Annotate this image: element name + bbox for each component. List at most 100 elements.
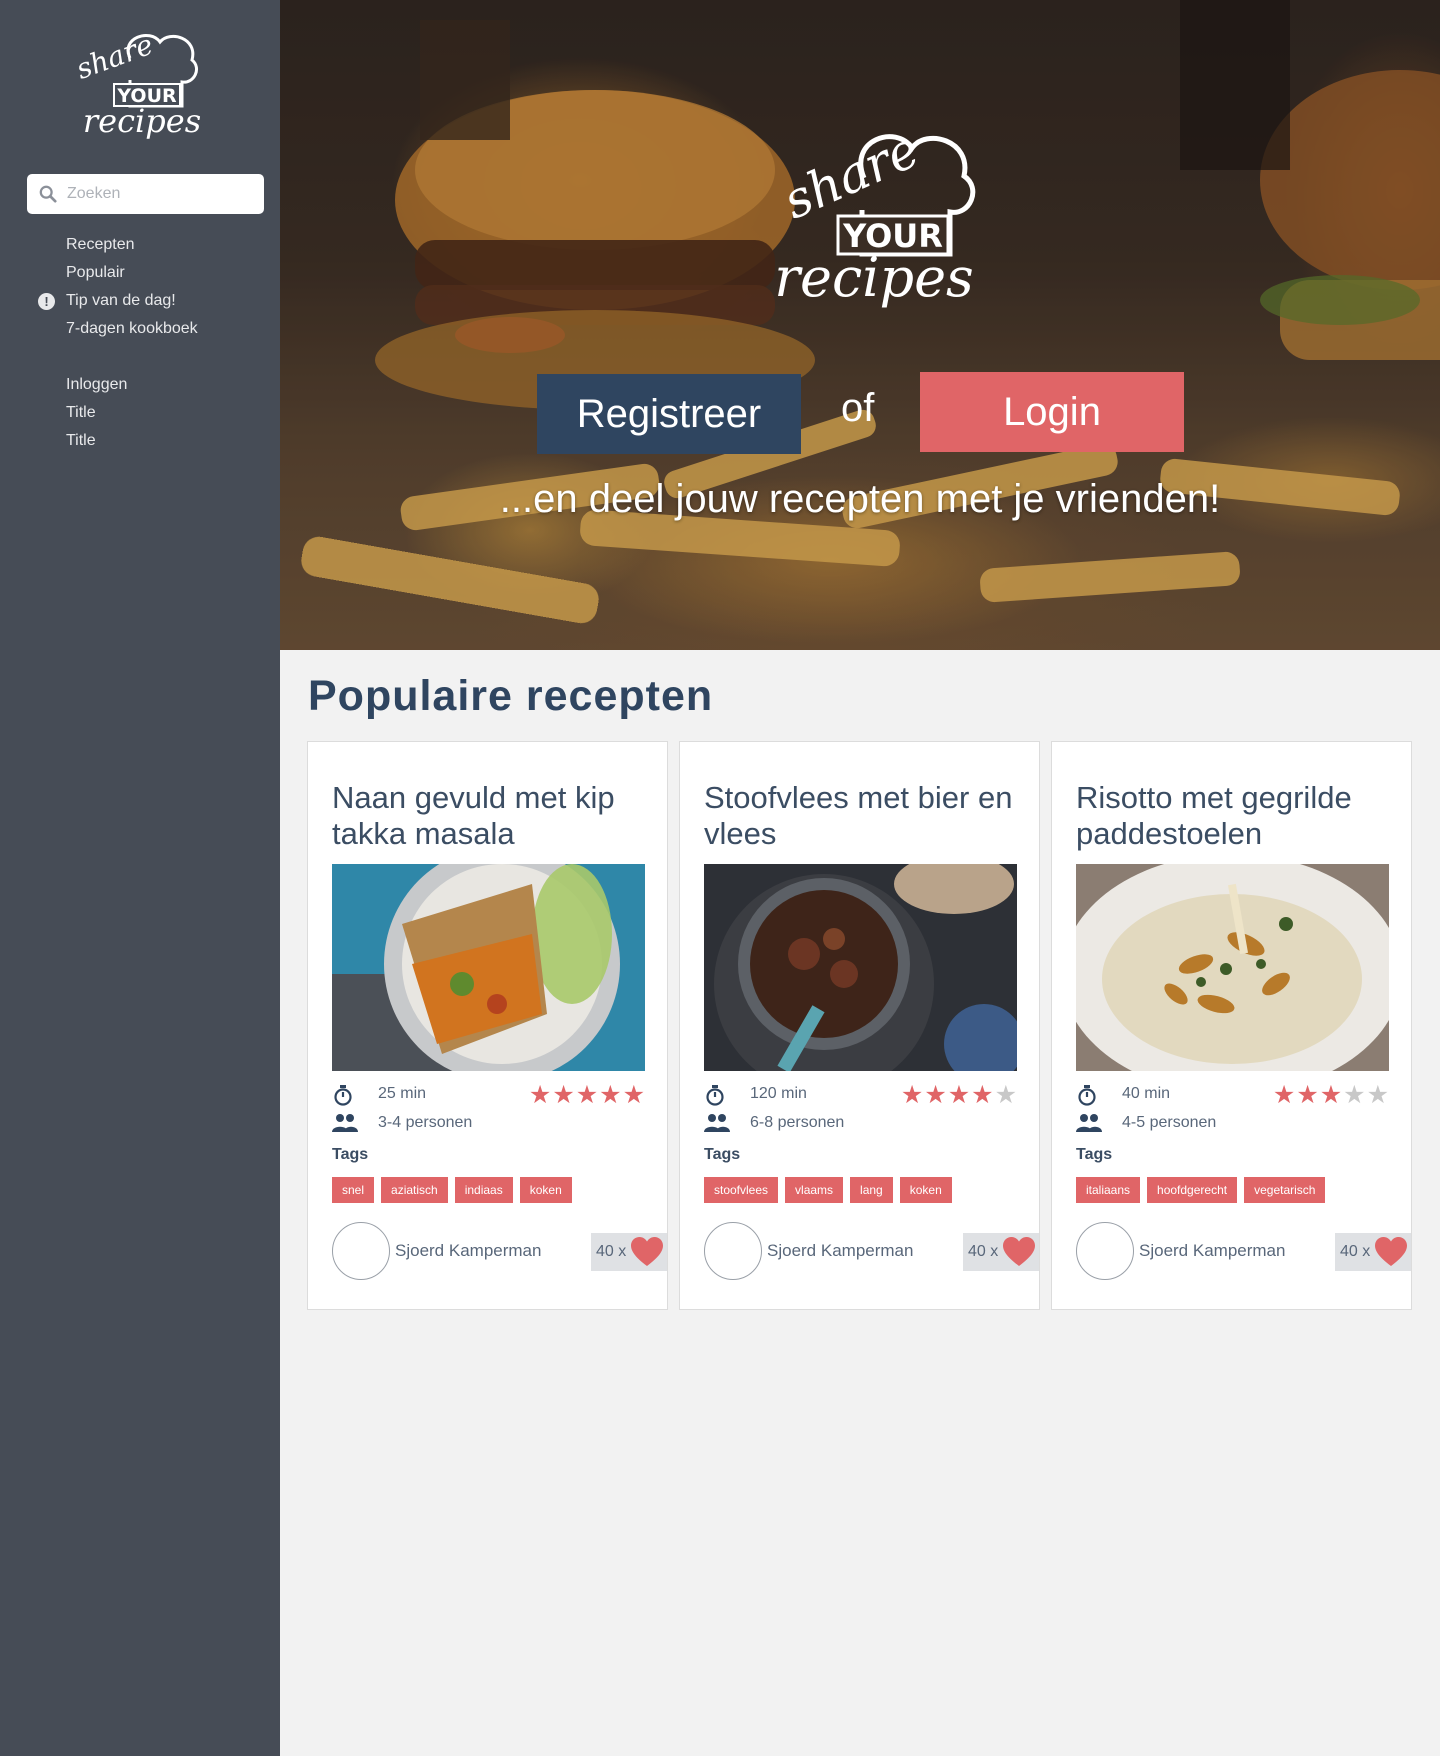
avatar[interactable] xyxy=(1076,1222,1134,1280)
star-empty-icon: ★ xyxy=(1366,1081,1389,1109)
recipe-image[interactable] xyxy=(1076,864,1389,1071)
star-filled-icon: ★ xyxy=(971,1081,994,1109)
star-filled-icon: ★ xyxy=(900,1081,924,1109)
heart-icon xyxy=(1003,1237,1035,1266)
logo-word-recipes: recipes xyxy=(83,102,201,140)
tags-label: Tags xyxy=(704,1146,741,1163)
recipe-servings: 4-5 personen xyxy=(1076,1111,1389,1137)
tag[interactable]: aziatisch xyxy=(381,1177,448,1203)
tag-list: stoofvlees vlaams lang koken xyxy=(704,1177,952,1203)
tag-list: snel aziatisch indiaas koken xyxy=(332,1177,572,1203)
rating-stars: ★ ★ ★ ★ ★ xyxy=(901,1082,1017,1108)
like-count: 40 x xyxy=(968,1243,999,1260)
tag-list: italiaans hoofdgerecht vegetarisch xyxy=(1076,1177,1326,1203)
like-button[interactable]: 40 x xyxy=(591,1233,667,1271)
tag[interactable]: indiaas xyxy=(454,1177,513,1203)
sidebar-item-7-dagen-kookboek[interactable]: 7-dagen kookboek xyxy=(0,315,280,343)
search-box[interactable] xyxy=(27,174,264,214)
recipe-card[interactable]: Naan gevuld met kip takka masala 25 min … xyxy=(307,741,668,1310)
star-filled-icon: ★ xyxy=(528,1081,552,1109)
recipe-servings-text: 6-8 personen xyxy=(750,1114,845,1131)
star-filled-icon: ★ xyxy=(1296,1081,1319,1109)
or-text: of xyxy=(841,386,875,430)
sidebar-item-title-2[interactable]: Title xyxy=(0,427,280,455)
recipe-card[interactable]: Stoofvlees met bier en vlees 120 min ★ ★ ★… xyxy=(679,741,1040,1310)
hero-banner: share YOUR recipes Registreer of Login .… xyxy=(280,0,1440,650)
star-filled-icon: ★ xyxy=(924,1081,947,1109)
recipe-time: 25 min ★ ★ ★ ★ ★ xyxy=(332,1082,645,1108)
stopwatch-icon xyxy=(706,1085,724,1106)
tag[interactable]: koken xyxy=(899,1177,952,1203)
tag[interactable]: vlaams xyxy=(785,1177,844,1203)
section-title: Populaire recepten xyxy=(308,672,714,720)
star-empty-icon: ★ xyxy=(994,1081,1017,1109)
sidebar-item-label: Recepten xyxy=(66,236,135,253)
like-button[interactable]: 40 x xyxy=(1335,1233,1411,1271)
recipe-time: 120 min ★ ★ ★ ★ ★ xyxy=(704,1082,1017,1108)
star-filled-icon: ★ xyxy=(575,1081,599,1109)
sidebar-item-tip-van-de-dag[interactable]: ! Tip van de dag! xyxy=(0,287,280,315)
people-icon xyxy=(1076,1114,1102,1132)
login-button[interactable]: Login xyxy=(920,372,1184,452)
star-filled-icon: ★ xyxy=(947,1081,971,1109)
recipe-image[interactable] xyxy=(704,864,1017,1071)
people-icon xyxy=(332,1114,358,1132)
avatar[interactable] xyxy=(704,1222,762,1280)
stopwatch-icon xyxy=(1078,1085,1096,1106)
star-filled-icon: ★ xyxy=(552,1081,575,1109)
recipe-image[interactable] xyxy=(332,864,645,1071)
sidebar-item-populair[interactable]: Populair xyxy=(0,259,280,287)
recipe-title[interactable]: Stoofvlees met bier en vlees xyxy=(704,780,1024,852)
sidebar-item-label: Populair xyxy=(66,264,125,281)
author-name[interactable]: Sjoerd Kamperman xyxy=(767,1241,913,1261)
rating-stars: ★ ★ ★ ★ ★ xyxy=(1273,1082,1389,1108)
sidebar: share YOUR recipes Recepten Populair ! Ti… xyxy=(0,0,280,1756)
tag[interactable]: hoofdgerecht xyxy=(1147,1177,1238,1203)
recipe-servings: 6-8 personen xyxy=(704,1111,1017,1137)
logo-word-share: share xyxy=(775,120,928,230)
star-filled-icon: ★ xyxy=(1319,1081,1343,1109)
recipe-servings-text: 3-4 personen xyxy=(378,1114,473,1131)
recipe-time: 40 min ★ ★ ★ ★ ★ xyxy=(1076,1082,1389,1108)
sidebar-item-label: 7-dagen kookboek xyxy=(66,320,198,337)
sidebar-nav: Recepten Populair ! Tip van de dag! 7-dag… xyxy=(0,231,280,455)
tags-label: Tags xyxy=(332,1146,369,1163)
site-logo[interactable]: share YOUR recipes xyxy=(70,28,210,146)
logo-word-recipes: recipes xyxy=(774,246,974,309)
sidebar-item-label: Tip van de dag! xyxy=(66,292,176,309)
tag[interactable]: vegetarisch xyxy=(1244,1177,1326,1203)
tag[interactable]: snel xyxy=(332,1177,375,1203)
like-count: 40 x xyxy=(596,1243,627,1260)
search-input[interactable] xyxy=(67,185,247,203)
sidebar-item-label: Inloggen xyxy=(66,376,128,393)
people-icon xyxy=(704,1114,730,1132)
tag[interactable]: italiaans xyxy=(1076,1177,1141,1203)
tag[interactable]: stoofvlees xyxy=(704,1177,779,1203)
sidebar-item-title-1[interactable]: Title xyxy=(0,399,280,427)
recipe-time-text: 120 min xyxy=(750,1085,807,1102)
author-name[interactable]: Sjoerd Kamperman xyxy=(1139,1241,1285,1261)
like-button[interactable]: 40 x xyxy=(963,1233,1039,1271)
tag[interactable]: koken xyxy=(519,1177,572,1203)
recipe-title[interactable]: Naan gevuld met kip takka masala xyxy=(332,780,652,852)
star-filled-icon: ★ xyxy=(622,1081,645,1109)
avatar[interactable] xyxy=(332,1222,390,1280)
recipe-servings-text: 4-5 personen xyxy=(1122,1114,1217,1131)
hero-tagline: ...en deel jouw recepten met je vrienden… xyxy=(499,477,1221,521)
heart-icon xyxy=(1375,1237,1407,1266)
tag[interactable]: lang xyxy=(850,1177,893,1203)
heart-icon xyxy=(631,1237,663,1266)
search-icon xyxy=(39,185,57,203)
stopwatch-icon xyxy=(334,1085,352,1106)
sidebar-item-recepten[interactable]: Recepten xyxy=(0,231,280,259)
alert-icon: ! xyxy=(38,293,55,310)
recipe-title[interactable]: Risotto met gegrilde paddestoelen xyxy=(1076,780,1396,852)
sidebar-item-label: Title xyxy=(66,432,96,449)
sidebar-item-inloggen[interactable]: Inloggen xyxy=(0,371,280,399)
like-count: 40 x xyxy=(1340,1243,1371,1260)
star-filled-icon: ★ xyxy=(1272,1081,1296,1109)
register-button[interactable]: Registreer xyxy=(537,374,801,454)
author-name[interactable]: Sjoerd Kamperman xyxy=(395,1241,541,1261)
hero-logo: share YOUR recipes xyxy=(774,120,976,309)
recipe-card[interactable]: Risotto met gegrilde paddestoelen 40 min… xyxy=(1051,741,1412,1310)
